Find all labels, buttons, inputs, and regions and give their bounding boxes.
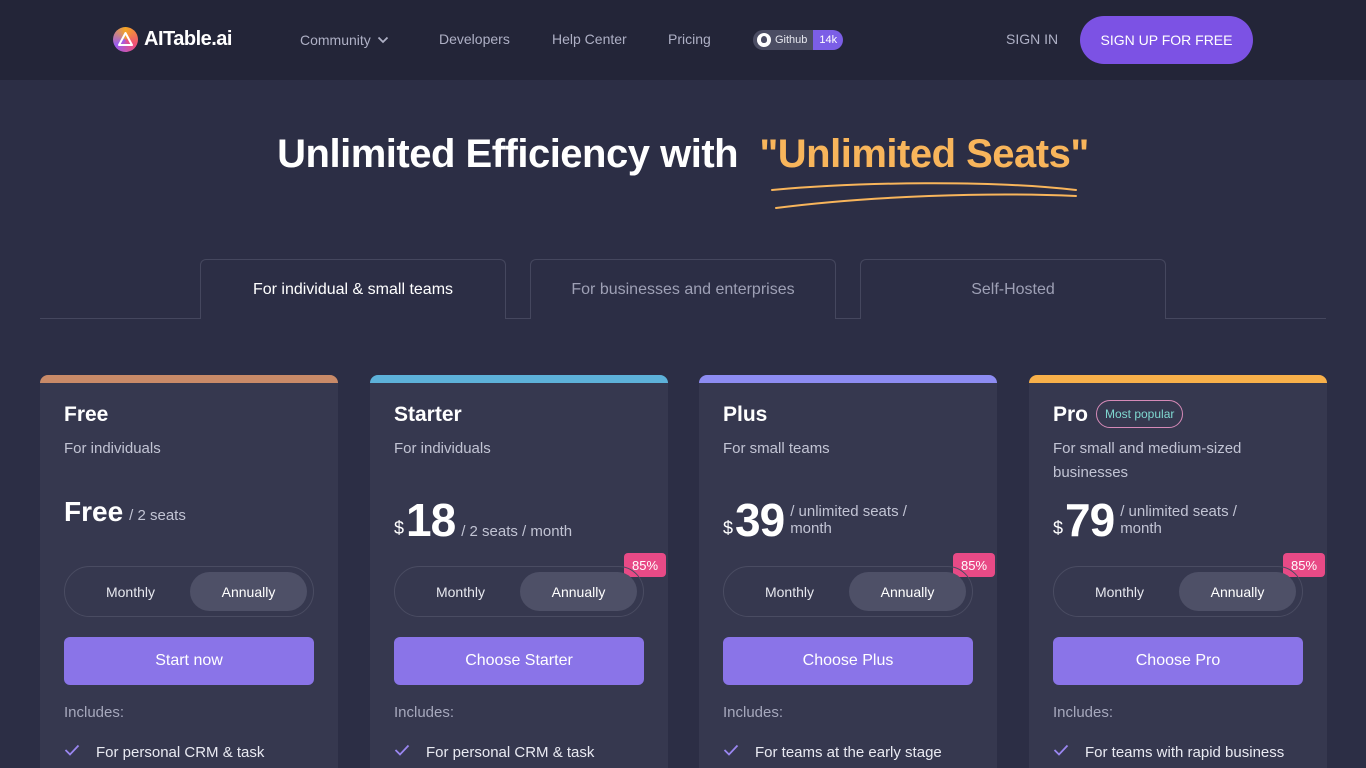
plan-price-value: 18	[406, 494, 456, 546]
nav-link-developers[interactable]: Developers	[439, 31, 510, 47]
brand-name: AITable.ai	[144, 28, 233, 50]
billing-monthly-option[interactable]: Monthly	[72, 572, 189, 611]
plan-price: $ 18 / 2 seats / month	[394, 495, 572, 545]
feature-item: For personal CRM & task	[394, 743, 594, 761]
check-icon	[64, 743, 80, 761]
plan-accent-bar	[370, 375, 668, 383]
tab-businesses-enterprises[interactable]: For businesses and enterprises	[530, 259, 836, 319]
plan-card-free: Free For individuals Free / 2 seats Mont…	[40, 375, 338, 768]
billing-annually-option[interactable]: Annually	[849, 572, 966, 611]
feature-text: For personal CRM & task	[96, 743, 265, 761]
start-now-button[interactable]: Start now	[64, 637, 314, 685]
check-icon	[723, 743, 739, 761]
plan-accent-bar	[1029, 375, 1327, 383]
plan-price-unit: / 2 seats / month	[461, 523, 573, 540]
plan-subtitle: For individuals	[394, 440, 491, 457]
tab-self-hosted[interactable]: Self-Hosted	[860, 259, 1166, 319]
plan-card-pro: Pro Most popular For small and medium-si…	[1029, 375, 1327, 768]
plan-subtitle: For small and medium-sized businesses	[1053, 440, 1242, 481]
billing-toggle: Monthly Annually	[1053, 566, 1303, 617]
billing-monthly-option[interactable]: Monthly	[1061, 572, 1178, 611]
plan-price: Free / 2 seats	[64, 495, 186, 529]
plan-price-value: 39	[735, 494, 785, 546]
feature-item: For teams at the early stage	[723, 743, 942, 761]
github-icon	[757, 33, 771, 47]
title-underline-decoration	[771, 182, 1077, 209]
plan-name: Pro	[1053, 403, 1089, 426]
choose-starter-button[interactable]: Choose Starter	[394, 637, 644, 685]
github-star-count: 14k	[813, 30, 844, 50]
most-popular-badge: Most popular	[1096, 400, 1184, 428]
billing-annually-option[interactable]: Annually	[190, 572, 307, 611]
page-title: Unlimited Efficiency with "Unlimited Sea…	[0, 132, 1366, 177]
nav-link-help-center[interactable]: Help Center	[552, 31, 627, 47]
currency-symbol: $	[394, 518, 405, 538]
billing-annually-option[interactable]: Annually	[1179, 572, 1296, 611]
brand-logo-icon	[113, 27, 138, 52]
billing-toggle: Monthly Annually	[64, 566, 314, 617]
billing-toggle: Monthly Annually	[723, 566, 973, 617]
plan-subtitle: For small teams	[723, 440, 830, 457]
chevron-down-icon	[377, 31, 389, 47]
plan-accent-bar	[699, 375, 997, 383]
billing-monthly-option[interactable]: Monthly	[402, 572, 519, 611]
github-badge[interactable]: Github 14k	[753, 30, 844, 50]
currency-symbol: $	[723, 518, 734, 538]
plan-price-value: 79	[1065, 494, 1115, 546]
plan-accent-bar	[40, 375, 338, 383]
feature-text: For personal CRM & task	[426, 743, 595, 761]
top-nav: AITable.ai Community Developers Help Cen…	[0, 0, 1366, 80]
includes-label: Includes:	[1053, 704, 1114, 721]
includes-label: Includes:	[394, 704, 455, 721]
plan-price-unit: / unlimited seats / month	[790, 503, 907, 537]
billing-monthly-option[interactable]: Monthly	[731, 572, 848, 611]
brand-logo[interactable]: AITable.ai	[113, 27, 233, 52]
plan-name: Plus	[723, 403, 768, 426]
page-title-accent: "Unlimited Seats"	[759, 132, 1089, 176]
feature-text: For teams with rapid business	[1085, 743, 1285, 761]
plan-name: Free	[64, 403, 109, 426]
feature-item: For personal CRM & task	[64, 743, 264, 761]
plan-card-starter: Starter For individuals $ 18 / 2 seats /…	[370, 375, 668, 768]
tab-individual-small-teams[interactable]: For individual & small teams	[200, 259, 506, 319]
plan-card-plus: Plus For small teams $ 39 / unlimited se…	[699, 375, 997, 768]
includes-label: Includes:	[64, 704, 125, 721]
check-icon	[394, 743, 410, 761]
github-badge-left: Github	[753, 30, 814, 50]
choose-plus-button[interactable]: Choose Plus	[723, 637, 973, 685]
page-title-main: Unlimited Efficiency with	[277, 132, 739, 176]
plan-name: Starter	[394, 403, 462, 426]
sign-up-button[interactable]: SIGN UP FOR FREE	[1080, 16, 1253, 64]
feature-item: For teams with rapid business	[1053, 743, 1284, 761]
nav-link-community-label: Community	[300, 32, 371, 48]
plan-price-value: Free	[64, 496, 124, 527]
currency-symbol: $	[1053, 518, 1064, 538]
plan-price: $ 79 / unlimited seats / month	[1053, 495, 1260, 545]
plan-price-unit: / unlimited seats / month	[1120, 503, 1237, 537]
plan-subtitle: For individuals	[64, 440, 161, 457]
feature-text: For teams at the early stage	[755, 743, 942, 761]
sign-in-link[interactable]: SIGN IN	[1006, 31, 1058, 47]
billing-toggle: Monthly Annually	[394, 566, 644, 617]
nav-link-pricing[interactable]: Pricing	[668, 31, 711, 47]
choose-pro-button[interactable]: Choose Pro	[1053, 637, 1303, 685]
includes-label: Includes:	[723, 704, 784, 721]
plan-price: $ 39 / unlimited seats / month	[723, 495, 930, 545]
billing-annually-option[interactable]: Annually	[520, 572, 637, 611]
check-icon	[1053, 743, 1069, 761]
github-label: Github	[775, 34, 808, 46]
nav-link-community[interactable]: Community	[300, 31, 389, 48]
plan-price-unit: / 2 seats	[129, 507, 186, 524]
